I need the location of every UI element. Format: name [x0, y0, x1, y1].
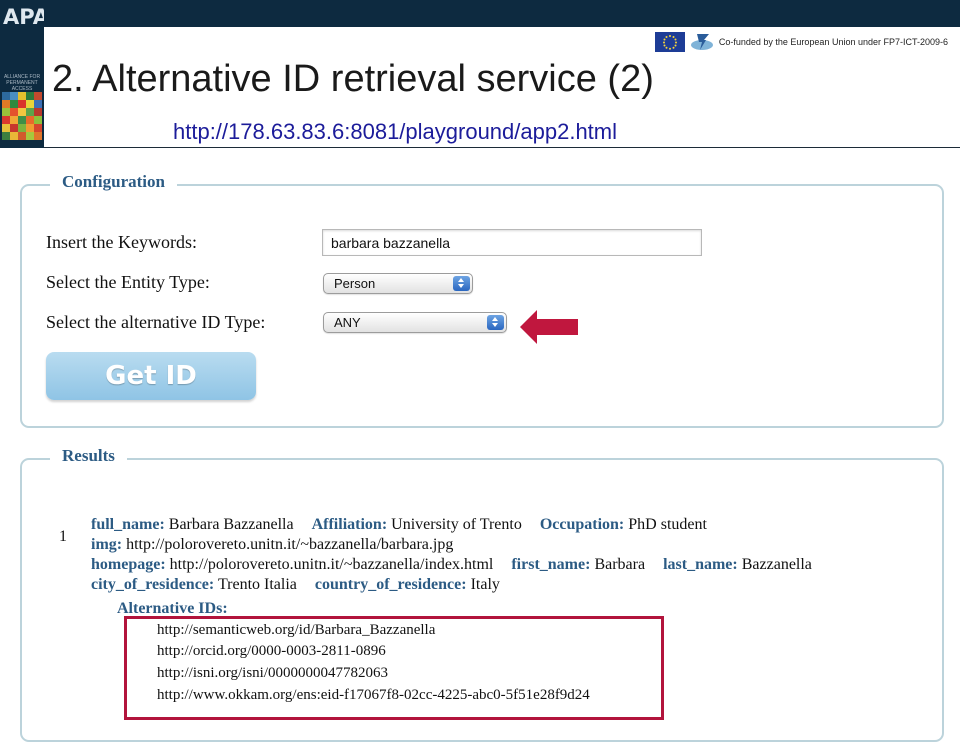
select-stepper-icon — [487, 315, 504, 330]
last-name-value: Bazzanella — [741, 556, 812, 573]
alt-id-type-label: Select the alternative ID Type: — [46, 312, 266, 332]
country-value: Italy — [470, 576, 500, 593]
header-bar — [0, 0, 960, 27]
funding-text: Co-funded by the European Union under FP… — [718, 37, 948, 47]
select-stepper-icon — [453, 276, 470, 291]
header-divider — [44, 147, 960, 148]
keywords-label: Insert the Keywords: — [46, 232, 197, 252]
homepage-key: homepage: — [91, 556, 166, 573]
entity-type-value: Person — [334, 276, 376, 291]
full-name-key: full_name: — [91, 516, 165, 533]
first-name-key: first_name: — [511, 556, 591, 573]
slide-title: 2. Alternative ID retrieval service (2) — [52, 58, 654, 100]
entity-type-label: Select the Entity Type: — [46, 272, 210, 292]
slide-url-link[interactable]: http://178.63.83.6:8081/playground/app2.… — [173, 119, 617, 145]
affiliation-value: University of Trento — [391, 516, 522, 533]
result-row-2: img: http://polorovereto.unitn.it/~bazza… — [91, 536, 453, 554]
img-key: img: — [91, 536, 123, 553]
alternative-ids-highlight — [124, 616, 664, 720]
city-value: Trento Italia — [217, 576, 297, 593]
last-name-key: last_name: — [663, 556, 738, 573]
entity-type-select[interactable]: Person — [323, 273, 473, 294]
occupation-value: PhD student — [628, 516, 707, 533]
homepage-value[interactable]: http://polorovereto.unitn.it/~bazzanella… — [170, 556, 494, 573]
apa-logo: APA ALLIANCE FOR PERMANENT ACCESS — [0, 0, 44, 148]
configuration-legend: Configuration — [50, 172, 177, 192]
occupation-key: Occupation: — [539, 516, 625, 533]
country-key: country_of_residence: — [314, 576, 467, 593]
result-index: 1 — [59, 528, 67, 545]
red-arrow-icon — [520, 310, 578, 344]
apa-cube-icon — [2, 92, 42, 140]
results-legend: Results — [50, 446, 127, 466]
eu-flag-icon — [654, 32, 685, 52]
alt-id-type-value: ANY — [334, 315, 361, 330]
result-row-3: homepage: http://polorovereto.unitn.it/~… — [91, 556, 812, 574]
apa-logo-tagline: ALLIANCE FOR PERMANENT ACCESS — [3, 74, 41, 92]
keywords-input[interactable] — [322, 229, 702, 256]
first-name-value: Barbara — [594, 556, 646, 573]
city-key: city_of_residence: — [91, 576, 215, 593]
result-row-4: city_of_residence: Trento Italia country… — [91, 576, 500, 594]
get-id-button[interactable]: Get ID — [46, 352, 256, 400]
result-row-1: full_name: Barbara Bazzanella Affiliatio… — [91, 516, 707, 534]
full-name-value: Barbara Bazzanella — [168, 516, 294, 533]
apa-logo-letters: APA — [3, 5, 44, 29]
alt-id-type-select[interactable]: ANY — [323, 312, 507, 333]
fp7-logo-icon — [690, 34, 713, 50]
funding-strip: Co-funded by the European Union under FP… — [654, 30, 948, 54]
img-value[interactable]: http://polorovereto.unitn.it/~bazzanella… — [126, 536, 453, 553]
affiliation-key: Affiliation: — [311, 516, 388, 533]
